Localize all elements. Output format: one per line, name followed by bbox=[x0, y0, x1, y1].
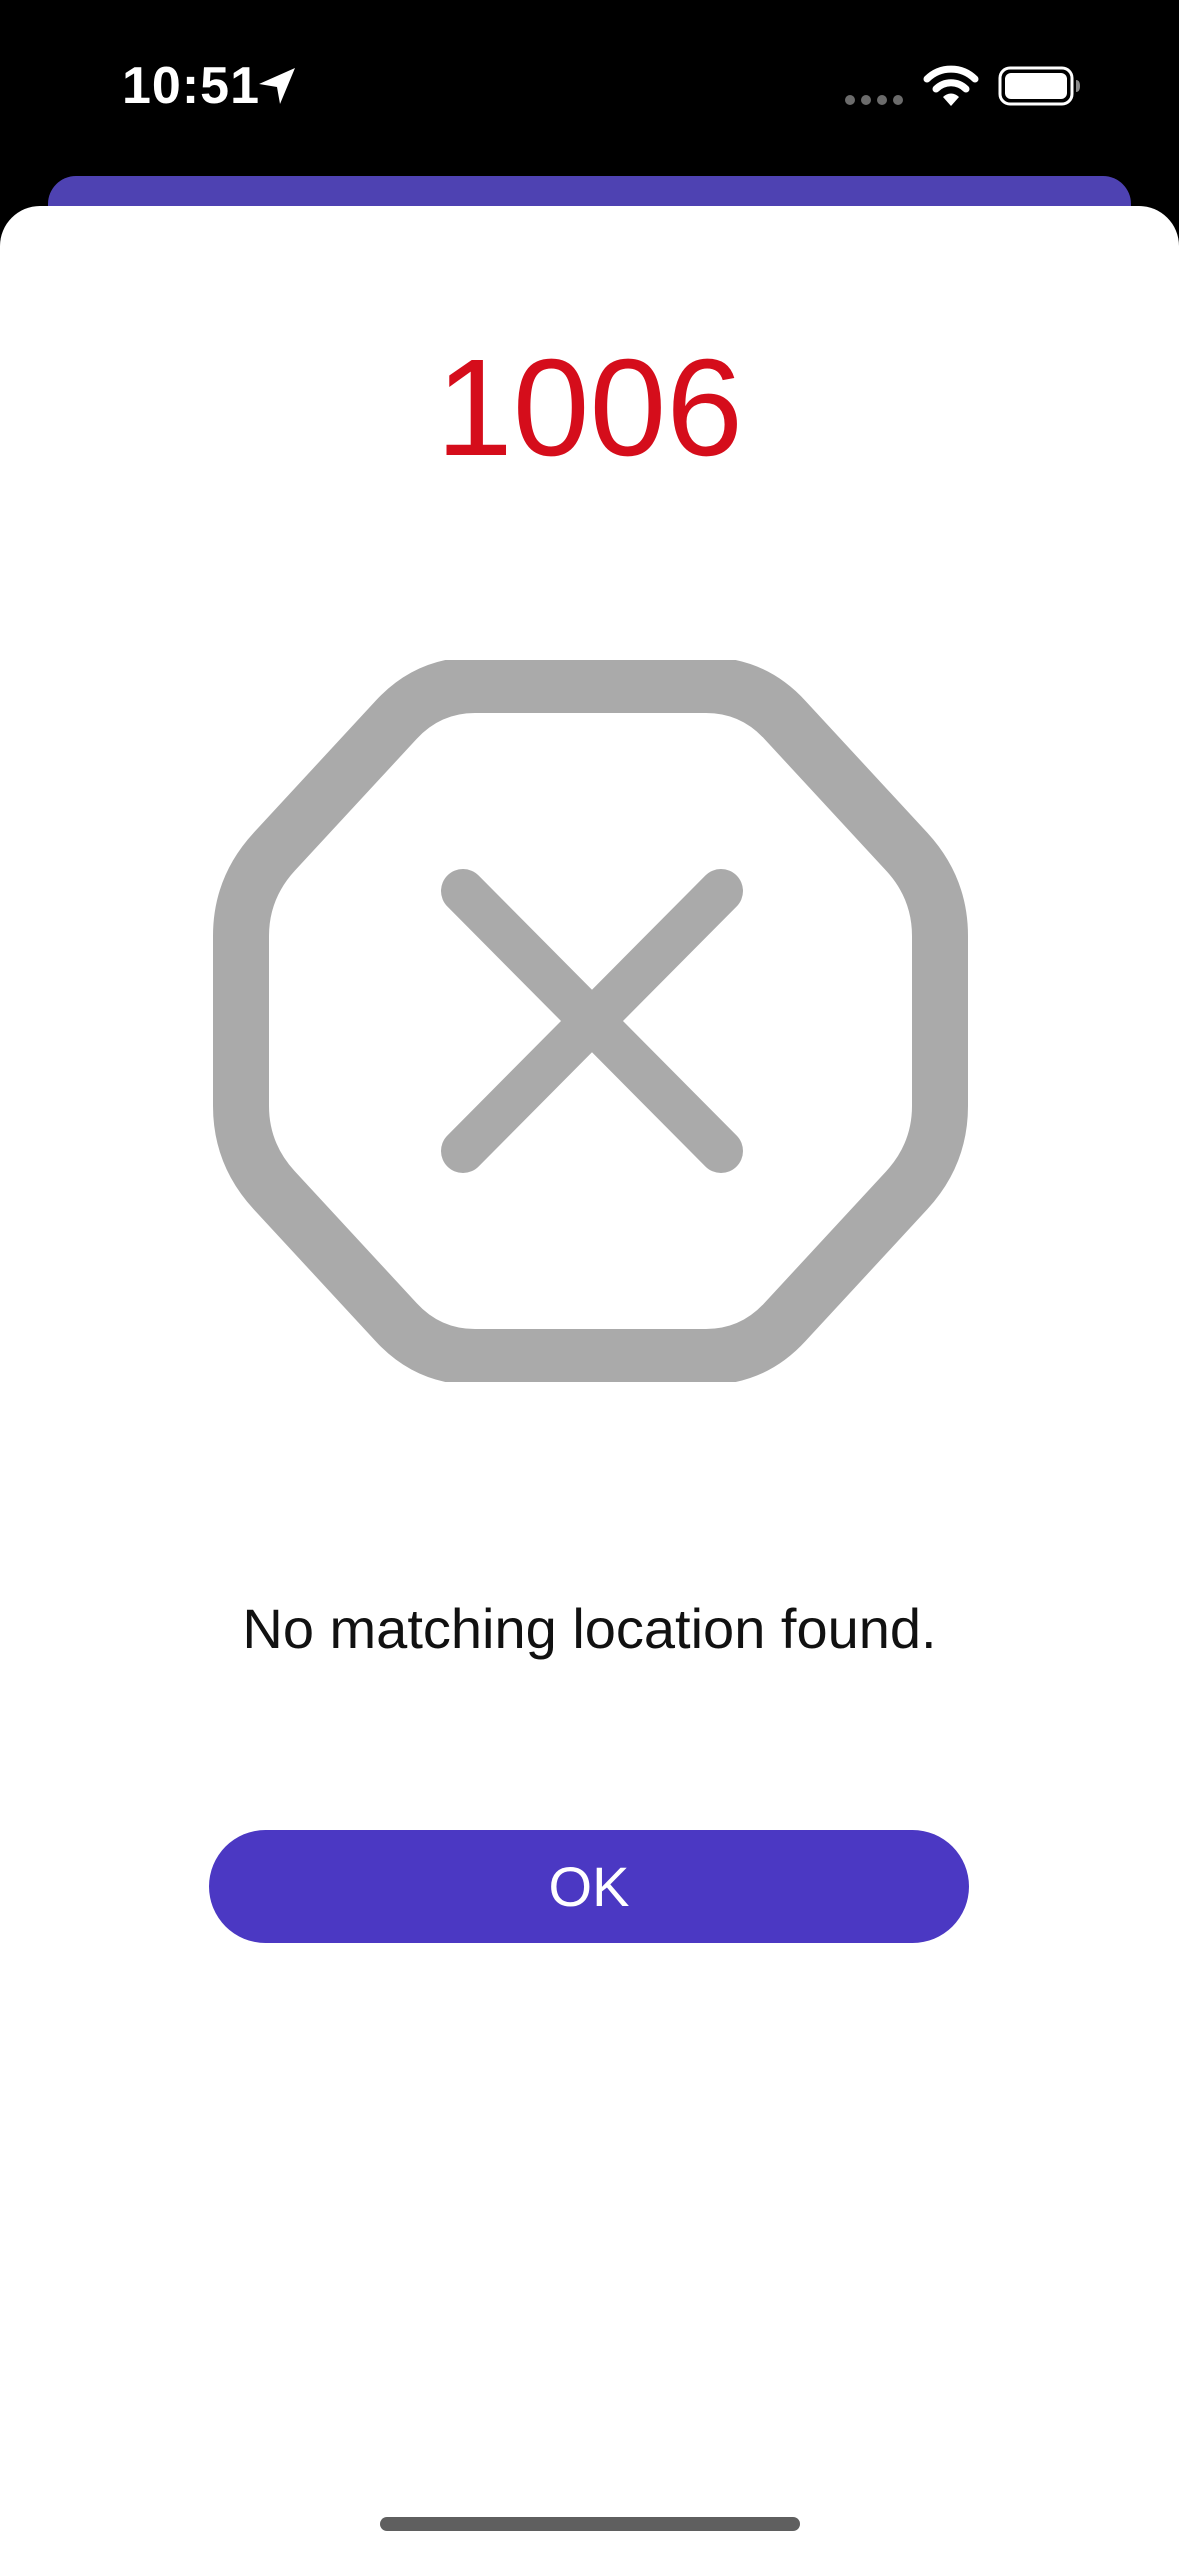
battery-icon bbox=[998, 66, 1080, 106]
error-message: No matching location found. bbox=[242, 1597, 937, 1660]
screen: 10:51 1006 No matching location found. O… bbox=[0, 0, 1179, 2556]
wifi-icon bbox=[923, 65, 979, 106]
ok-button[interactable]: OK bbox=[209, 1830, 969, 1943]
status-time: 10:51 bbox=[122, 57, 260, 115]
xmark-octagon-icon bbox=[213, 660, 968, 1382]
location-arrow-icon bbox=[259, 68, 295, 104]
cellular-signal-icon bbox=[845, 95, 903, 105]
home-indicator[interactable] bbox=[380, 2517, 800, 2531]
error-code: 1006 bbox=[436, 331, 743, 485]
status-bar: 10:51 bbox=[0, 0, 1179, 170]
